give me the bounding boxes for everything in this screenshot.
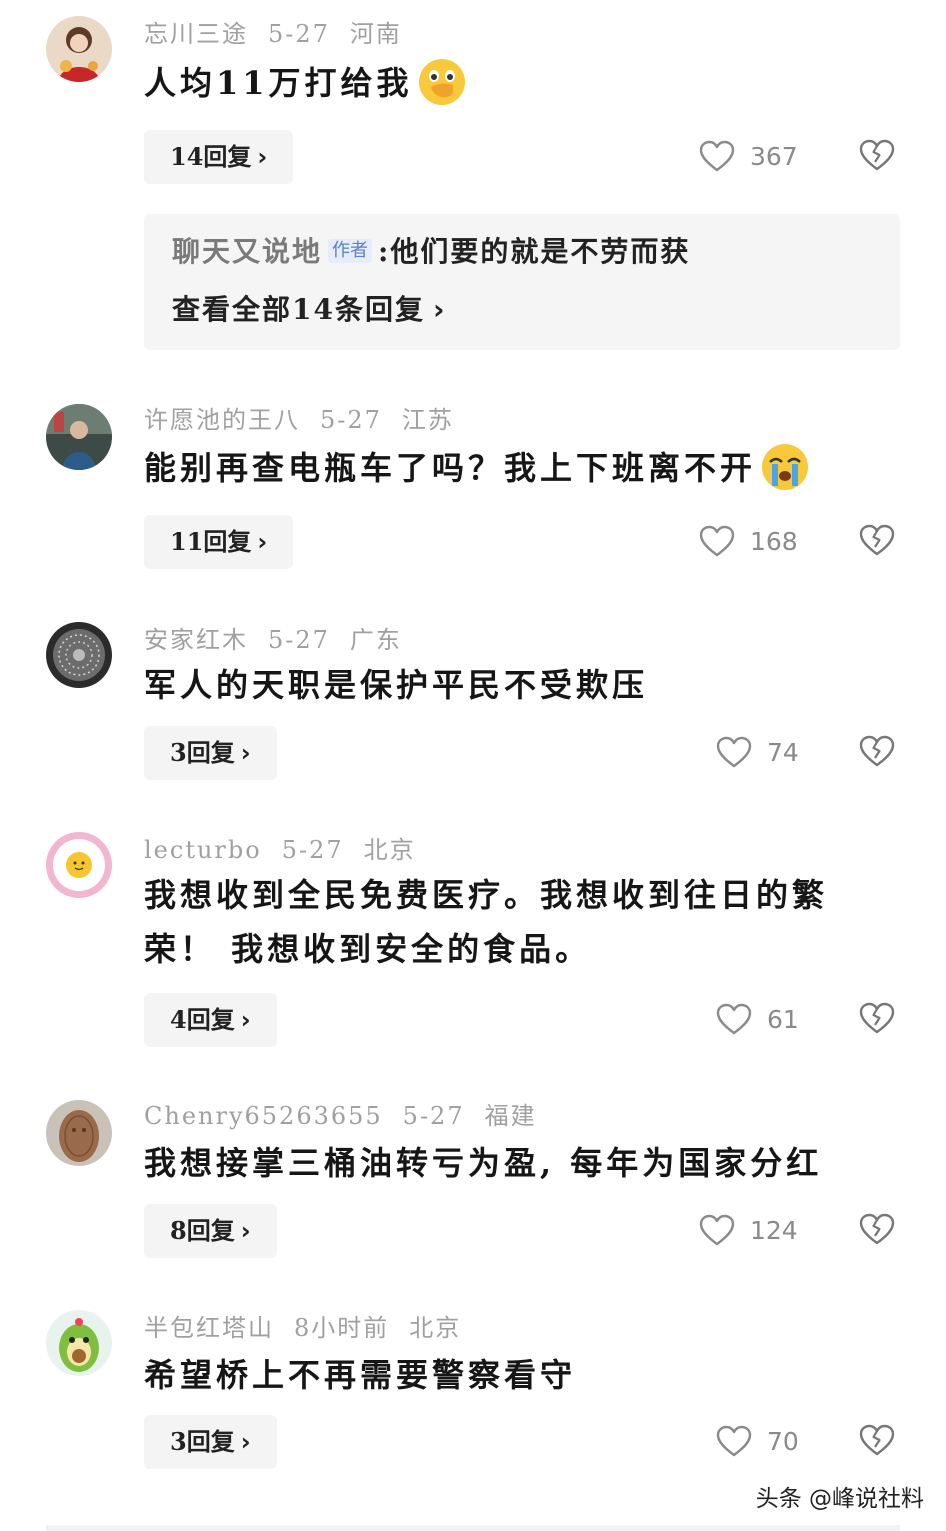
like-button[interactable]: 367 [698,134,798,178]
avatar[interactable] [46,404,112,470]
comment-date: 5-27 [268,626,330,654]
comment-location: 福建 [484,1102,537,1130]
comment-date: 8小时前 [294,1314,390,1342]
broken-heart-icon[interactable] [858,1211,896,1247]
comment-text-body: 人均11万打给我 [144,64,413,102]
comment-meta: lecturbo 5-27 北京 [144,834,436,866]
comment-date: 5-27 [281,836,344,864]
reply-count: 4回复 [170,1005,235,1034]
avatar[interactable] [46,16,112,82]
heart-icon [698,139,736,173]
comment-text: 军人的天职是保护平民不受欺压 [144,666,649,704]
reply-count: 11回复 [170,527,252,556]
comment-meta: 安家红木 5-27 广东 [144,624,422,656]
reply-button[interactable]: 14回复 › [144,130,294,184]
comment-text: 希望桥上不再需要警察看守 [144,1356,577,1394]
heart-icon [715,1424,753,1458]
comment-text: 我想接掌三桶油转亏为盈, 每年为国家分红 [144,1144,823,1182]
avatar[interactable] [46,1100,112,1166]
like-count: 124 [750,1215,798,1245]
comment-text: 能别再查电瓶车了吗？我上下班离不开 [144,441,886,496]
reply-count: 3回复 [170,738,235,767]
avatar[interactable] [46,622,112,688]
broken-heart-icon[interactable] [858,522,896,558]
like-count: 367 [750,141,798,171]
username[interactable]: 忘川三途 [144,20,248,48]
like-button[interactable]: 61 [715,997,799,1041]
chevron-right-icon: › [432,293,447,326]
broken-heart-icon[interactable] [858,1422,896,1458]
like-button[interactable]: 74 [715,730,799,774]
username[interactable]: lecturbo [144,836,262,864]
broken-heart-icon[interactable] [858,1000,896,1036]
like-button[interactable]: 168 [698,519,798,563]
comment-text: 我想收到全民免费医疗。我想收到往日的繁 荣！ 我想收到安全的食品。 [144,868,886,976]
comment-location: 广东 [349,626,402,654]
comment-date: 5-27 [320,406,382,434]
heart-icon [715,735,753,769]
comment-text-body: 能别再查电瓶车了吗？我上下班离不开 [144,449,757,487]
like-button[interactable]: 124 [698,1208,798,1252]
reply-button[interactable]: 3回复 › [144,726,277,780]
broken-heart-icon[interactable] [858,733,896,769]
reply-count: 14回复 [170,142,252,171]
author-badge: 作者 [328,238,373,263]
reply-author[interactable]: 聊天又说地 [172,235,322,268]
heart-icon [698,524,736,558]
colon: : [378,235,391,268]
chevron-right-icon: › [240,1217,251,1245]
chevron-right-icon: › [257,528,268,556]
hand-over-mouth-emoji [418,58,465,105]
username[interactable]: 半包红塔山 [144,1314,274,1342]
reply-count: 3回复 [170,1427,235,1456]
reply-button[interactable]: 8回复 › [144,1204,277,1258]
view-all-label: 查看全部14条回复 [172,293,425,326]
comment-meta: 许愿池的王八 5-27 江苏 [144,404,474,436]
comment-date: 5-27 [268,20,330,48]
reply-text: 他们要的就是不劳而获 [390,235,691,268]
divider [46,1525,900,1531]
comment-meta: Chenry65263655 5-27 福建 [144,1100,557,1132]
chevron-right-icon: › [240,739,251,767]
comment-text-line: 我想收到全民免费医疗。我想收到往日的繁 [144,876,829,914]
comment-location: 河南 [349,20,402,48]
username[interactable]: 安家红木 [144,626,248,654]
view-all-replies-link[interactable]: 查看全部14条回复 › [172,290,447,330]
comment-text-line: 荣！ 我想收到安全的食品。 [144,930,592,968]
avatar[interactable] [46,1310,112,1376]
chevron-right-icon: › [257,143,268,171]
reply-preview[interactable]: 聊天又说地 作者:他们要的就是不劳而获 查看全部14条回复 › [144,214,900,350]
comment-meta: 忘川三途 5-27 河南 [144,18,422,50]
chevron-right-icon: › [240,1006,251,1034]
chevron-right-icon: › [240,1428,251,1456]
heart-icon [715,1002,753,1036]
comment-location: 北京 [409,1314,462,1342]
username[interactable]: Chenry65263655 [144,1102,383,1130]
like-count: 61 [767,1004,799,1034]
comment-text: 人均11万打给我 [144,56,886,111]
reply-button[interactable]: 11回复 › [144,515,294,569]
username[interactable]: 许愿池的王八 [144,406,300,434]
comment-location: 江苏 [401,406,454,434]
reply-button[interactable]: 4回复 › [144,993,277,1047]
like-count: 168 [750,526,798,556]
comment-date: 5-27 [402,1102,465,1130]
heart-icon [698,1213,736,1247]
reply-button[interactable]: 3回复 › [144,1415,277,1469]
broken-heart-icon[interactable] [858,137,896,173]
watermark: 头条 @峰说社料 [755,1486,924,1512]
crying-face-emoji [762,443,809,490]
avatar[interactable] [46,832,112,898]
comment-meta: 半包红塔山 8小时前 北京 [144,1312,481,1344]
reply-preview-line: 聊天又说地 作者:他们要的就是不劳而获 [172,232,690,272]
comment-location: 北京 [363,836,416,864]
like-count: 74 [767,737,799,767]
reply-count: 8回复 [170,1216,235,1245]
like-button[interactable]: 70 [715,1419,799,1463]
like-count: 70 [767,1426,799,1456]
